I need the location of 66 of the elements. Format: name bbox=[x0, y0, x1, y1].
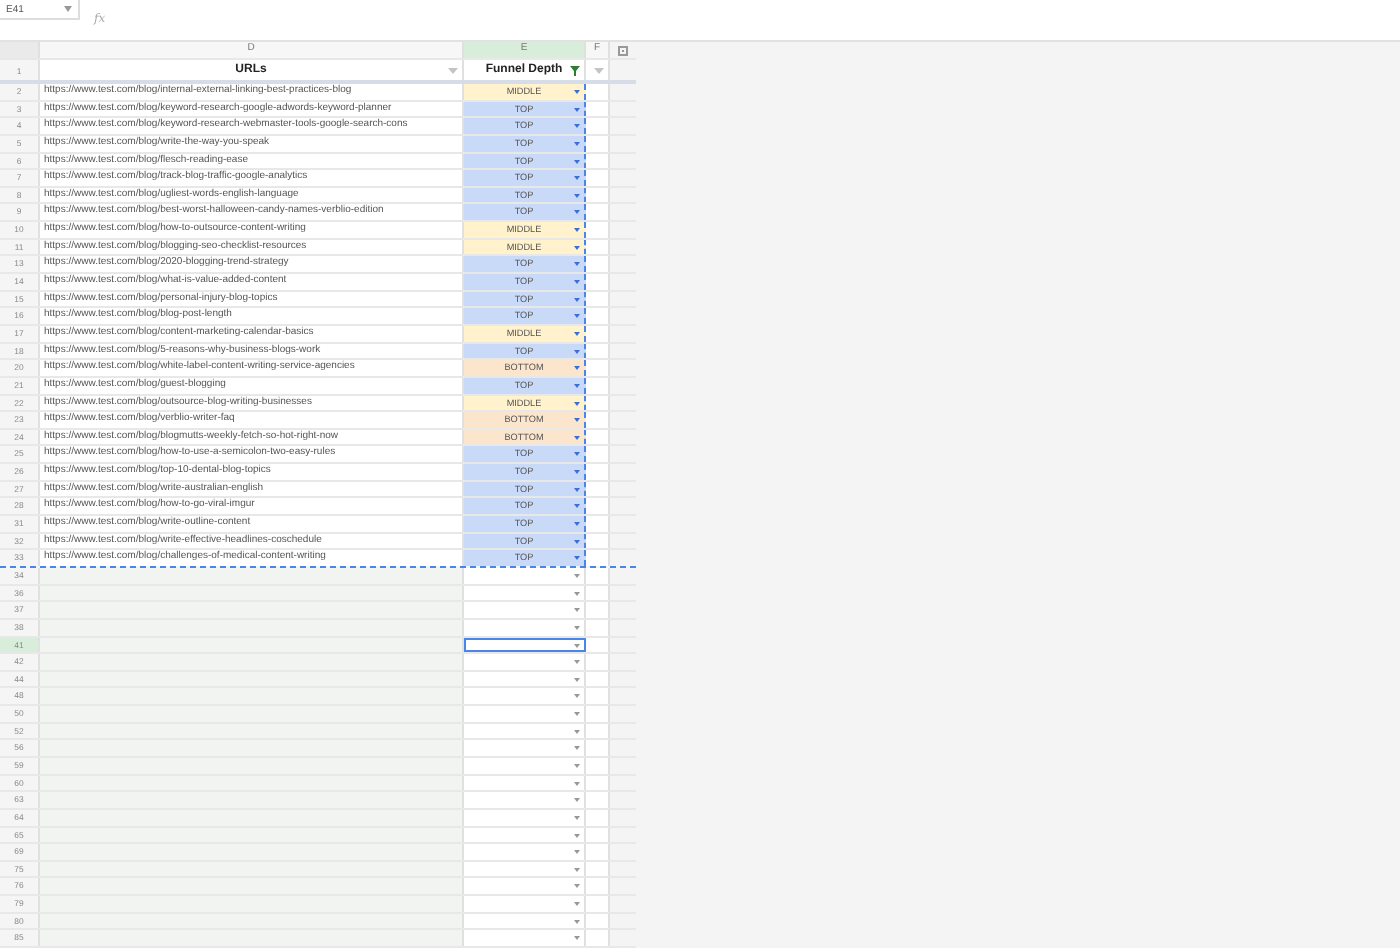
caret-icon[interactable] bbox=[64, 6, 72, 12]
caret-icon[interactable] bbox=[574, 850, 580, 855]
caret-icon[interactable] bbox=[574, 573, 580, 578]
table-cell[interactable] bbox=[464, 878, 586, 895]
caret-icon[interactable] bbox=[574, 297, 580, 302]
caret-icon[interactable] bbox=[574, 746, 580, 751]
caret-icon[interactable] bbox=[574, 833, 580, 838]
caret-icon[interactable] bbox=[574, 280, 580, 285]
caret-icon[interactable] bbox=[574, 107, 580, 112]
caret-icon[interactable] bbox=[574, 435, 580, 440]
caret-icon[interactable] bbox=[574, 262, 580, 267]
caret-icon[interactable] bbox=[574, 210, 580, 215]
expand-icon[interactable] bbox=[618, 46, 628, 56]
caret-icon[interactable] bbox=[574, 591, 580, 596]
caret-icon[interactable] bbox=[574, 124, 580, 129]
caret-icon[interactable] bbox=[574, 712, 580, 717]
table-cell[interactable] bbox=[464, 688, 586, 705]
caret-icon[interactable] bbox=[574, 452, 580, 457]
dropdown-icon[interactable] bbox=[448, 66, 458, 76]
caret-icon[interactable] bbox=[574, 522, 580, 527]
caret-icon[interactable] bbox=[574, 470, 580, 475]
caret-icon[interactable] bbox=[574, 556, 580, 561]
caret-icon[interactable] bbox=[574, 625, 580, 630]
caret-icon[interactable] bbox=[574, 677, 580, 682]
table-cell[interactable] bbox=[464, 792, 586, 808]
caret-icon[interactable] bbox=[574, 245, 580, 250]
caret-icon[interactable] bbox=[574, 919, 580, 924]
caret-icon[interactable] bbox=[574, 936, 580, 941]
caret-icon[interactable] bbox=[574, 504, 580, 509]
caret-icon[interactable] bbox=[574, 539, 580, 544]
caret-icon[interactable] bbox=[574, 314, 580, 319]
caret-icon[interactable] bbox=[574, 331, 580, 336]
caret-icon[interactable] bbox=[574, 401, 580, 406]
caret-icon[interactable] bbox=[574, 418, 580, 423]
caret-icon[interactable] bbox=[574, 643, 580, 647]
caret-icon[interactable] bbox=[574, 141, 580, 146]
table-cell[interactable] bbox=[464, 896, 586, 912]
caret-icon[interactable] bbox=[574, 660, 580, 665]
caret-icon[interactable] bbox=[574, 228, 580, 233]
caret-icon[interactable] bbox=[574, 884, 580, 889]
filter-icon[interactable] bbox=[570, 66, 580, 76]
caret-icon[interactable] bbox=[574, 902, 580, 907]
table-cell[interactable] bbox=[464, 654, 586, 670]
table-cell[interactable] bbox=[464, 706, 586, 722]
caret-icon[interactable] bbox=[574, 729, 580, 734]
caret-icon[interactable] bbox=[574, 193, 580, 198]
table-cell[interactable] bbox=[464, 740, 586, 756]
caret-icon[interactable] bbox=[574, 815, 580, 820]
caret-icon[interactable] bbox=[574, 798, 580, 803]
caret-icon[interactable] bbox=[574, 159, 580, 164]
caret-icon[interactable] bbox=[574, 867, 580, 872]
table-cell[interactable] bbox=[464, 844, 586, 860]
caret-icon[interactable] bbox=[574, 694, 580, 699]
caret-icon[interactable] bbox=[574, 176, 580, 181]
caret-icon[interactable] bbox=[574, 781, 580, 786]
caret-icon[interactable] bbox=[574, 763, 580, 768]
caret-icon[interactable] bbox=[574, 608, 580, 613]
caret-icon[interactable] bbox=[574, 349, 580, 354]
caret-icon[interactable] bbox=[574, 383, 580, 388]
caret-icon[interactable] bbox=[574, 487, 580, 492]
table-cell[interactable] bbox=[464, 930, 586, 947]
caret-icon[interactable] bbox=[574, 90, 580, 94]
table-cell[interactable] bbox=[464, 602, 586, 618]
table-cell[interactable] bbox=[464, 567, 586, 584]
caret-icon[interactable] bbox=[574, 366, 580, 371]
dropdown-icon[interactable] bbox=[594, 66, 604, 76]
